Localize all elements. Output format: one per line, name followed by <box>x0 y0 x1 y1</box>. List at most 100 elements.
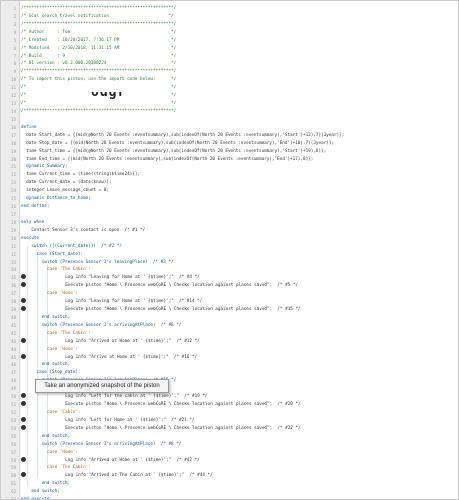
line-number: 6 <box>13 45 16 51</box>
code-line[interactable]: 13 /* */ <box>1 100 458 108</box>
code-line[interactable]: 27 <box>1 211 458 219</box>
code-line[interactable]: 44 case 'Home': <box>1 346 458 354</box>
line-number: 38 <box>11 299 16 305</box>
statement-icon <box>21 282 26 288</box>
code-line[interactable]: 43 Log info "Arrived at Home at ' {$time… <box>1 337 458 346</box>
code-text: case (Start_date): <box>21 251 456 259</box>
code-text: case (Stop_date): <box>21 369 456 377</box>
code-line[interactable]: 25 dynamic Distance_to_home; <box>1 195 458 203</box>
code-line[interactable]: 33 switch (Presence Sensor 1's leavingPl… <box>1 259 458 267</box>
line-number: 10 <box>11 77 16 83</box>
code-line[interactable]: 18 date Stop_date = {(mid(North 20 Event… <box>1 140 458 148</box>
code-text: time Current_time = (time(string($time24… <box>21 171 456 179</box>
code-line[interactable]: 59 case 'The Cabin': <box>1 464 458 472</box>
code-line[interactable]: 54 Execute piston "Home \ Presence webCo… <box>1 424 458 433</box>
code-line[interactable]: 6 /* Modified : 2/10/2018, 11:31:15 AM */ <box>1 45 458 53</box>
code-line[interactable]: 15 <box>1 116 458 124</box>
code-line-text: /* */ <box>21 101 177 107</box>
code-line[interactable]: 31 switch ({(Current_date)}) /* #2 */ <box>1 243 458 251</box>
import-code-text: odgr <box>91 92 127 101</box>
code-line[interactable]: 16 define <box>1 124 458 132</box>
code-line[interactable]: 21 dynamic Summary; <box>1 163 458 171</box>
statement-icon <box>21 353 26 359</box>
line-number: 54 <box>11 425 16 431</box>
code-line[interactable]: 61 end switch; <box>1 480 458 488</box>
code-line[interactable]: 26 end define; <box>1 203 458 211</box>
code-line[interactable]: 9 /**************************************… <box>1 68 458 76</box>
statement-icon <box>21 416 26 422</box>
code-line[interactable]: 45 Log info "Arrive at Home at ' {$time}… <box>1 353 458 362</box>
code-line[interactable]: 12 /* */odgr <box>1 92 458 100</box>
code-line[interactable]: 24 integer Leave_message_count = 0; <box>1 187 458 195</box>
code-line[interactable]: 30 execute <box>1 235 458 243</box>
line-number: 11 <box>11 85 16 91</box>
line-number: 15 <box>11 116 16 122</box>
code-line[interactable]: 52 case 'Cabin': <box>1 409 458 417</box>
code-line[interactable]: 57 case 'Home': <box>1 449 458 457</box>
code-line[interactable]: 37 case 'Home': <box>1 290 458 298</box>
code-line[interactable]: 2 /* GCal search travel notification */ <box>1 13 458 21</box>
code-line[interactable]: 4 /* Author : Tom */ <box>1 29 458 37</box>
code-line-text: switch (Presence Sensor 1's leavingPlace… <box>21 259 174 265</box>
code-line[interactable]: 8 /* UI version : v0.3.000.20180224 */ <box>1 60 458 68</box>
code-line[interactable]: 55 end switch; <box>1 433 458 441</box>
code-line[interactable]: 50 Log info "Left for the cabin at ' {$t… <box>1 393 458 401</box>
code-text: Log info "Arrived at Home at ' {$time}';… <box>21 337 456 346</box>
code-line[interactable]: 60 Log info "Arrived at The Cabin at ' {… <box>1 472 458 480</box>
code-line[interactable]: 47 case (Stop_date): <box>1 369 458 377</box>
code-line[interactable]: 11 /* */ <box>1 84 458 92</box>
code-line[interactable]: 39 Execute piston "Home \ Presence webCo… <box>1 306 458 314</box>
code-line[interactable]: 34 case 'The Cabin': <box>1 266 458 274</box>
code-line[interactable]: 51 Execute piston "Home \ Presence webCo… <box>1 401 458 409</box>
line-number: 9 <box>13 69 16 75</box>
code-line[interactable]: 40 end switch; <box>1 314 458 322</box>
code-text: integer Leave_message_count = 0; <box>21 187 456 195</box>
code-line[interactable]: 14 /*************************************… <box>1 108 458 116</box>
code-text: date Start_date = {(mid(@North 20 Events… <box>21 132 456 140</box>
code-line[interactable]: 38 Log info "Leaving for Home at ' {$tim… <box>1 298 458 306</box>
code-line[interactable]: 41 switch (Presence Sensor 1's arrivingA… <box>1 322 458 330</box>
code-text: Log info "Left for Home at ' {$time}';" … <box>21 416 456 425</box>
line-number: 7 <box>13 53 16 59</box>
line-number: 47 <box>11 370 16 376</box>
code-line[interactable]: 62 end switch; <box>1 488 458 496</box>
code-line[interactable]: 5 /* Created : 10/28/2017, 7:36:17 PM */ <box>1 37 458 45</box>
code-text: /* */ <box>21 100 456 108</box>
code-line[interactable]: 17 date Start_date = {(mid(@North 20 Eve… <box>1 132 458 140</box>
code-line[interactable]: 35 Log info "Leaving for Home at ' {$tim… <box>1 274 458 282</box>
statement-icon <box>21 337 26 343</box>
code-text: /* UI version : v0.3.000.20180224 */ <box>21 60 456 68</box>
code-line-text: switch (Presence Sensor 1's arrivingAtPl… <box>21 322 182 328</box>
code-line[interactable]: 7 /* Build : 9 */ <box>1 53 458 61</box>
code-line-text: time End_time = {(mid(North 20 Events :e… <box>21 156 314 162</box>
code-line-text: end switch; <box>21 489 60 495</box>
code-text: execute <box>21 235 456 243</box>
code-line[interactable]: 10 /* To import this piston, use the impo… <box>1 76 458 84</box>
code-line[interactable]: 46 end switch; <box>1 361 458 369</box>
code-line[interactable]: 28 only when <box>1 219 458 227</box>
line-number: 17 <box>11 132 16 138</box>
code-line[interactable]: 56 switch (Presence Sensor 1's arrivingA… <box>1 441 458 449</box>
code-line[interactable]: 42 case 'The Cabin': <box>1 330 458 338</box>
code-line[interactable]: 3 /**************************************… <box>1 21 458 29</box>
code-line[interactable]: 53 Log info "Left for Home at ' {$time}'… <box>1 416 458 425</box>
line-number: 33 <box>11 259 16 265</box>
line-number: 30 <box>11 235 16 241</box>
code-line[interactable]: 20 time End_time = {(mid(North 20 Events… <box>1 156 458 164</box>
code-line[interactable]: 36 Execute piston "Home \ Presence webCo… <box>1 282 458 290</box>
line-number: 39 <box>11 307 16 313</box>
code-line[interactable]: 58 Log info "Arrived at Home at ' {$time… <box>1 456 458 465</box>
code-line[interactable]: 63 end execute; <box>1 496 458 499</box>
code-line-text: Log info "Arrived at Home at ' {$time}';… <box>29 457 200 463</box>
code-line[interactable]: 32 case (Start_date): <box>1 251 458 259</box>
code-line-text: Execute piston "Home \ Presence webCoRE … <box>29 402 301 408</box>
code-line-text: switch (Presence Sensor 1's arrivingAtPl… <box>21 441 182 447</box>
code-line[interactable]: 22 time Current_time = (time(string($tim… <box>1 171 458 179</box>
code-line[interactable]: 19 time Start_time = {(mid(@North 20 Eve… <box>1 148 458 156</box>
code-line[interactable]: 29 Contact Sensor 3's contact is open /*… <box>1 227 458 235</box>
code-text: time End_time = {(mid(North 20 Events :e… <box>21 156 456 164</box>
code-line[interactable]: 1 /**************************************… <box>1 5 458 13</box>
code-text: case 'Home': <box>21 346 456 354</box>
code-line[interactable]: 23 date Current_date = (date($now)); <box>1 179 458 187</box>
code-line-text: Log info "Arrived at The Cabin at ' {$ti… <box>29 473 213 479</box>
